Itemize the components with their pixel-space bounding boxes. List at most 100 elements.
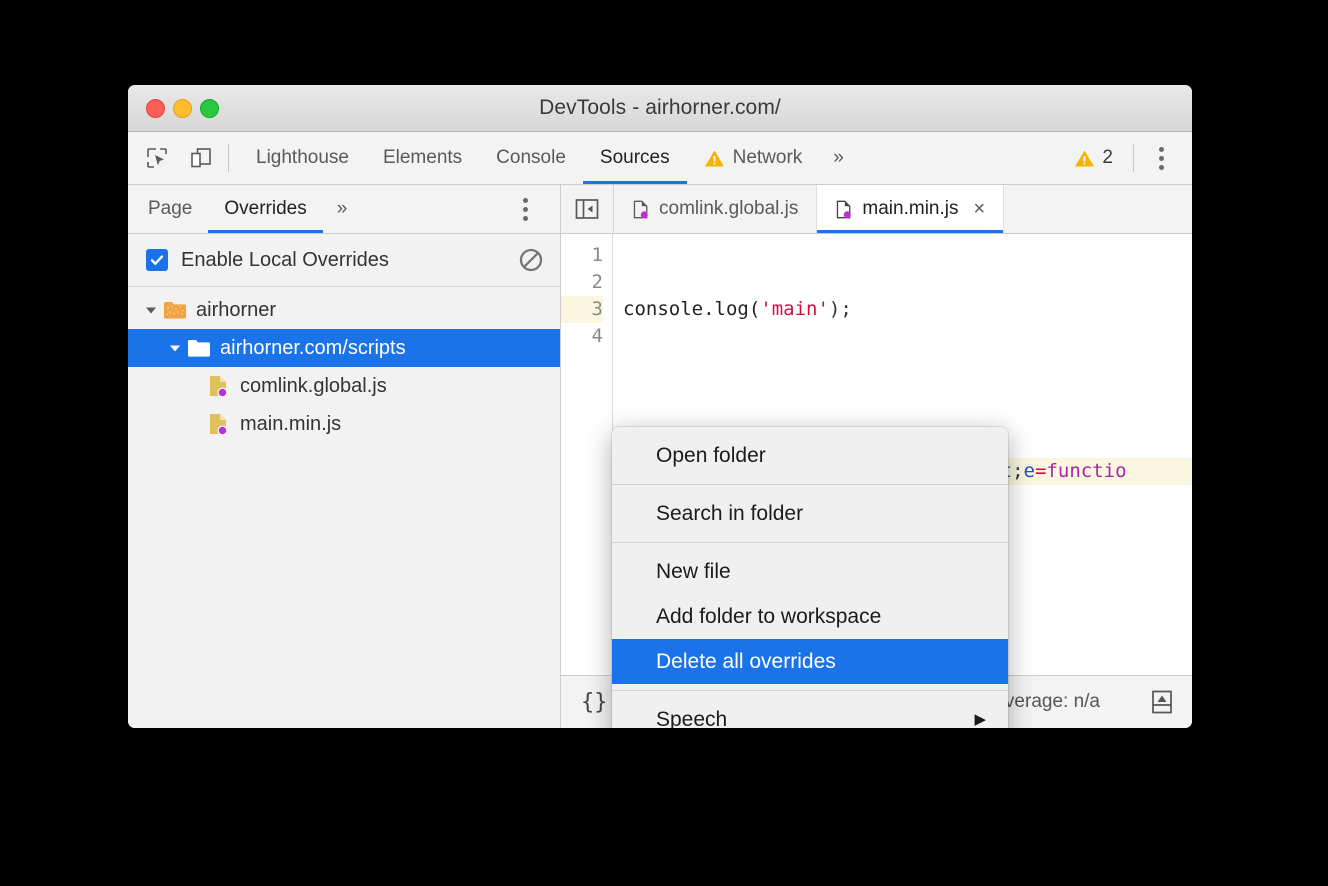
tab-lighthouse[interactable]: Lighthouse — [239, 132, 366, 184]
context-menu-item-add-folder-to-workspace[interactable]: Add folder to workspace — [612, 594, 1008, 639]
devtools-main-menu-button[interactable] — [1144, 132, 1178, 184]
js-override-file-icon — [206, 374, 232, 398]
toolbar-divider-right — [1133, 144, 1134, 172]
close-window-button[interactable] — [146, 99, 165, 118]
context-menu-item-delete-all-overrides[interactable]: Delete all overrides — [612, 639, 1008, 684]
tab-label: Sources — [600, 147, 670, 169]
warning-count-label: 2 — [1102, 147, 1113, 169]
context-menu-separator — [612, 542, 1008, 543]
device-toolbar-icon[interactable] — [184, 141, 218, 175]
orange-folder-icon — [162, 300, 188, 320]
code-line-1: console.log('main'); — [623, 296, 1192, 323]
kebab-dot — [1159, 156, 1164, 161]
tab-label: Elements — [383, 147, 462, 169]
tab-label: Lighthouse — [256, 147, 349, 169]
code-token: e — [1024, 460, 1035, 482]
line-number: 4 — [561, 323, 603, 350]
minimize-window-button[interactable] — [173, 99, 192, 118]
context-menu-item-label: Speech — [656, 708, 727, 729]
block-circle-icon[interactable] — [516, 245, 546, 275]
tree-item-airhorner[interactable]: airhorner — [128, 291, 560, 329]
sidebar-item-overrides[interactable]: Overrides — [208, 185, 322, 233]
white-folder-icon — [186, 338, 212, 358]
tab-network[interactable]: Network — [687, 132, 820, 184]
more-tabs-button[interactable]: » — [819, 132, 858, 184]
editor-tab-label: comlink.global.js — [659, 198, 798, 220]
tree-item-airhorner-com-scripts[interactable]: airhorner.com/scripts — [128, 329, 560, 367]
tree-item-label: airhorner.com/scripts — [220, 337, 406, 360]
overrides-file-tree: airhorner airhorner.com/scripts — [128, 287, 560, 728]
code-token: console.log( — [623, 298, 760, 320]
maximize-window-button[interactable] — [200, 99, 219, 118]
tab-sources[interactable]: Sources — [583, 132, 687, 184]
sidebar-item-page[interactable]: Page — [128, 185, 208, 233]
tree-item-label: airhorner — [196, 299, 276, 322]
submenu-arrow-icon: ▶ — [974, 712, 986, 727]
code-token: ); — [829, 298, 852, 320]
code-token: functio — [1046, 460, 1126, 482]
toolbar-icon-group — [128, 132, 218, 184]
expand-triangle-icon[interactable] — [140, 303, 162, 317]
line-number: 2 — [561, 269, 603, 296]
context-menu-item-label: New file — [656, 560, 731, 584]
tab-console[interactable]: Console — [479, 132, 583, 184]
title-bar: DevTools - airhorner.com/ — [128, 85, 1192, 132]
code-token: 'main' — [760, 298, 829, 320]
context-menu-item-search-in-folder[interactable]: Search in folder — [612, 491, 1008, 536]
toolbar-divider — [228, 144, 229, 172]
context-menu-item-label: Delete all overrides — [656, 650, 836, 674]
code-token: ; — [1012, 460, 1023, 482]
kebab-dot — [523, 216, 528, 221]
enable-overrides-label: Enable Local Overrides — [181, 249, 389, 272]
navigator-more-tabs-button[interactable]: » — [323, 185, 362, 233]
devtools-window: DevTools - airhorner.com/ Lighthouse El — [128, 85, 1192, 728]
sidebar-tab-label: Overrides — [224, 198, 306, 220]
enable-overrides-checkbox[interactable] — [146, 249, 168, 271]
kebab-dot — [1159, 165, 1164, 170]
tree-item-label: comlink.global.js — [240, 375, 387, 398]
context-menu-item-label: Open folder — [656, 444, 766, 468]
warning-triangle-icon — [1074, 149, 1095, 168]
navigator-menu-button[interactable] — [508, 185, 542, 233]
warning-triangle-icon — [704, 149, 725, 168]
js-override-file-icon — [835, 199, 853, 220]
context-menu-item-label: Add folder to workspace — [656, 605, 881, 629]
navigator-pane: Page Overrides » Enable Loca — [128, 185, 561, 728]
devtools-main-toolbar: Lighthouse Elements Console Sources Netw… — [128, 132, 1192, 185]
kebab-dot — [1159, 147, 1164, 152]
context-menu-item-label: Search in folder — [656, 502, 803, 526]
traffic-lights — [146, 99, 219, 118]
enable-overrides-row: Enable Local Overrides — [128, 234, 560, 287]
context-menu-item-open-folder[interactable]: Open folder — [612, 433, 1008, 478]
context-menu-separator — [612, 484, 1008, 485]
line-number: 1 — [561, 242, 603, 269]
tab-label: Console — [496, 147, 566, 169]
tree-item-comlink-global-js[interactable]: comlink.global.js — [128, 367, 560, 405]
js-override-file-icon — [632, 199, 650, 220]
code-token: = — [1035, 460, 1046, 482]
collapse-sidebar-icon[interactable] — [561, 185, 614, 233]
editor-tab-comlink-global-js[interactable]: comlink.global.js — [614, 185, 817, 233]
context-menu-item-new-file[interactable]: New file — [612, 549, 1008, 594]
editor-tab-strip: comlink.global.js main.min.js × — [561, 185, 1192, 234]
close-icon[interactable]: × — [973, 199, 985, 219]
js-override-file-icon — [206, 412, 232, 436]
show-drawer-icon[interactable] — [1146, 686, 1178, 718]
tree-item-label: main.min.js — [240, 413, 341, 436]
expand-triangle-icon[interactable] — [164, 341, 186, 355]
inspect-element-icon[interactable] — [140, 141, 174, 175]
pretty-print-button[interactable]: {} — [581, 690, 608, 715]
editor-tab-main-min-js[interactable]: main.min.js × — [817, 185, 1004, 233]
tree-item-main-min-js[interactable]: main.min.js — [128, 405, 560, 443]
context-menu: Open folder Search in folder New file Ad… — [612, 427, 1008, 728]
context-menu-item-speech[interactable]: Speech ▶ — [612, 697, 1008, 728]
kebab-dot — [523, 207, 528, 212]
code-line-2 — [623, 377, 1192, 404]
warning-counter[interactable]: 2 — [1058, 132, 1123, 184]
editor-tab-label: main.min.js — [862, 198, 958, 220]
tab-elements[interactable]: Elements — [366, 132, 479, 184]
line-number-gutter: 1 2 3 4 — [561, 234, 613, 675]
sidebar-tab-label: Page — [148, 198, 192, 220]
context-menu-separator — [612, 690, 1008, 691]
line-number: 3 — [561, 296, 603, 323]
